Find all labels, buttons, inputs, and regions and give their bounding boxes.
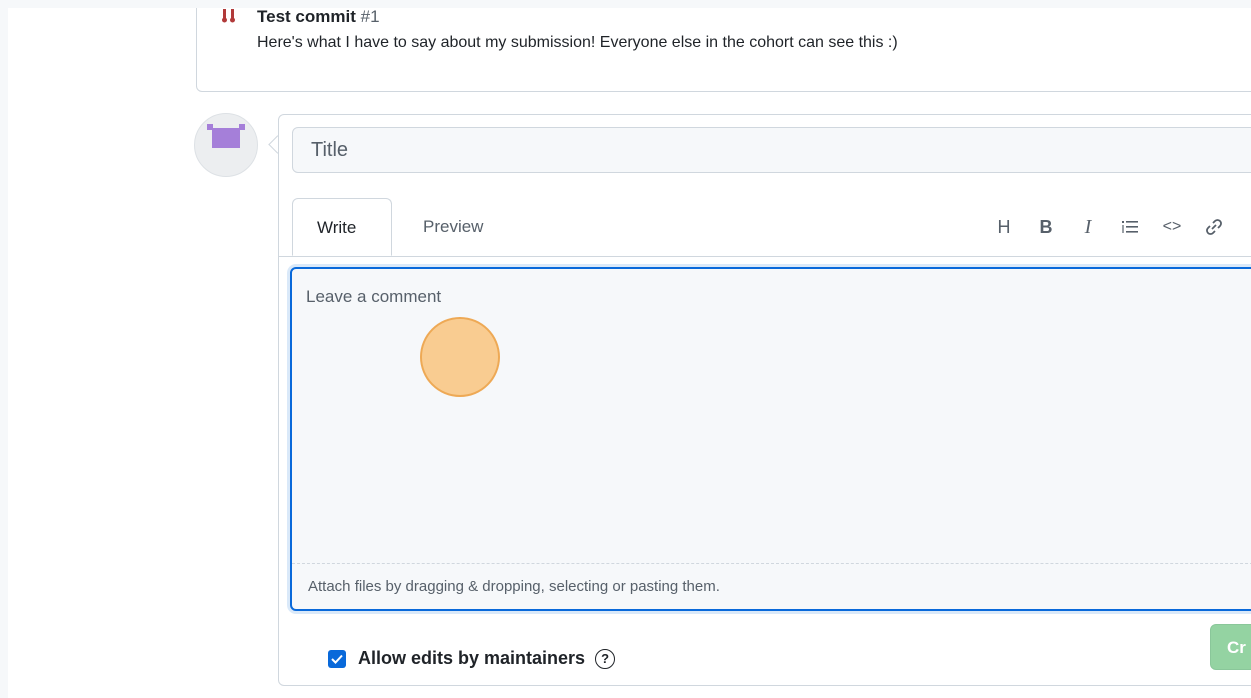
help-icon[interactable]: ? bbox=[595, 648, 616, 669]
allow-edits-label[interactable]: Allow edits by maintainers bbox=[358, 648, 585, 669]
avatar[interactable] bbox=[194, 113, 258, 177]
list-icon[interactable] bbox=[1116, 213, 1144, 241]
tab-write[interactable]: Write bbox=[292, 198, 392, 256]
comment-textarea[interactable] bbox=[292, 269, 1251, 563]
tab-preview[interactable]: Preview bbox=[399, 198, 507, 256]
heading-icon[interactable]: H bbox=[990, 213, 1018, 241]
code-glyph: <> bbox=[1162, 218, 1182, 235]
allow-edits-checkbox[interactable] bbox=[328, 649, 346, 668]
attach-files-hint[interactable]: Attach files by dragging & dropping, sel… bbox=[292, 563, 1251, 609]
checkmark-icon bbox=[331, 654, 343, 664]
link-icon[interactable] bbox=[1200, 213, 1228, 241]
click-indicator bbox=[420, 317, 500, 397]
code-icon[interactable]: <> bbox=[1158, 213, 1186, 241]
bold-glyph: B bbox=[1039, 216, 1053, 237]
avatar-icon bbox=[207, 124, 245, 148]
comment-editor: Attach files by dragging & dropping, sel… bbox=[290, 267, 1251, 611]
previous-comment-number: #1 bbox=[360, 8, 380, 26]
previous-comment-title-text: Test commit bbox=[257, 8, 356, 26]
previous-comment-body: Here's what I have to say about my submi… bbox=[257, 34, 898, 51]
page: Test commit #1 Here's what I have to say… bbox=[8, 8, 1251, 698]
italic-icon[interactable]: I bbox=[1074, 213, 1102, 241]
create-button[interactable]: Cr bbox=[1210, 624, 1251, 670]
italic-glyph: I bbox=[1084, 215, 1092, 238]
heading-glyph: H bbox=[997, 216, 1011, 237]
commit-icon bbox=[221, 9, 237, 23]
markdown-toolbar: H B I <> bbox=[990, 198, 1242, 256]
previous-comment-title: Test commit #1 bbox=[257, 8, 380, 27]
previous-comment-card: Test commit #1 Here's what I have to say… bbox=[196, 8, 1251, 92]
allow-edits-row: Allow edits by maintainers ? bbox=[328, 648, 616, 669]
bold-icon[interactable]: B bbox=[1032, 213, 1060, 241]
title-input[interactable] bbox=[292, 127, 1251, 173]
